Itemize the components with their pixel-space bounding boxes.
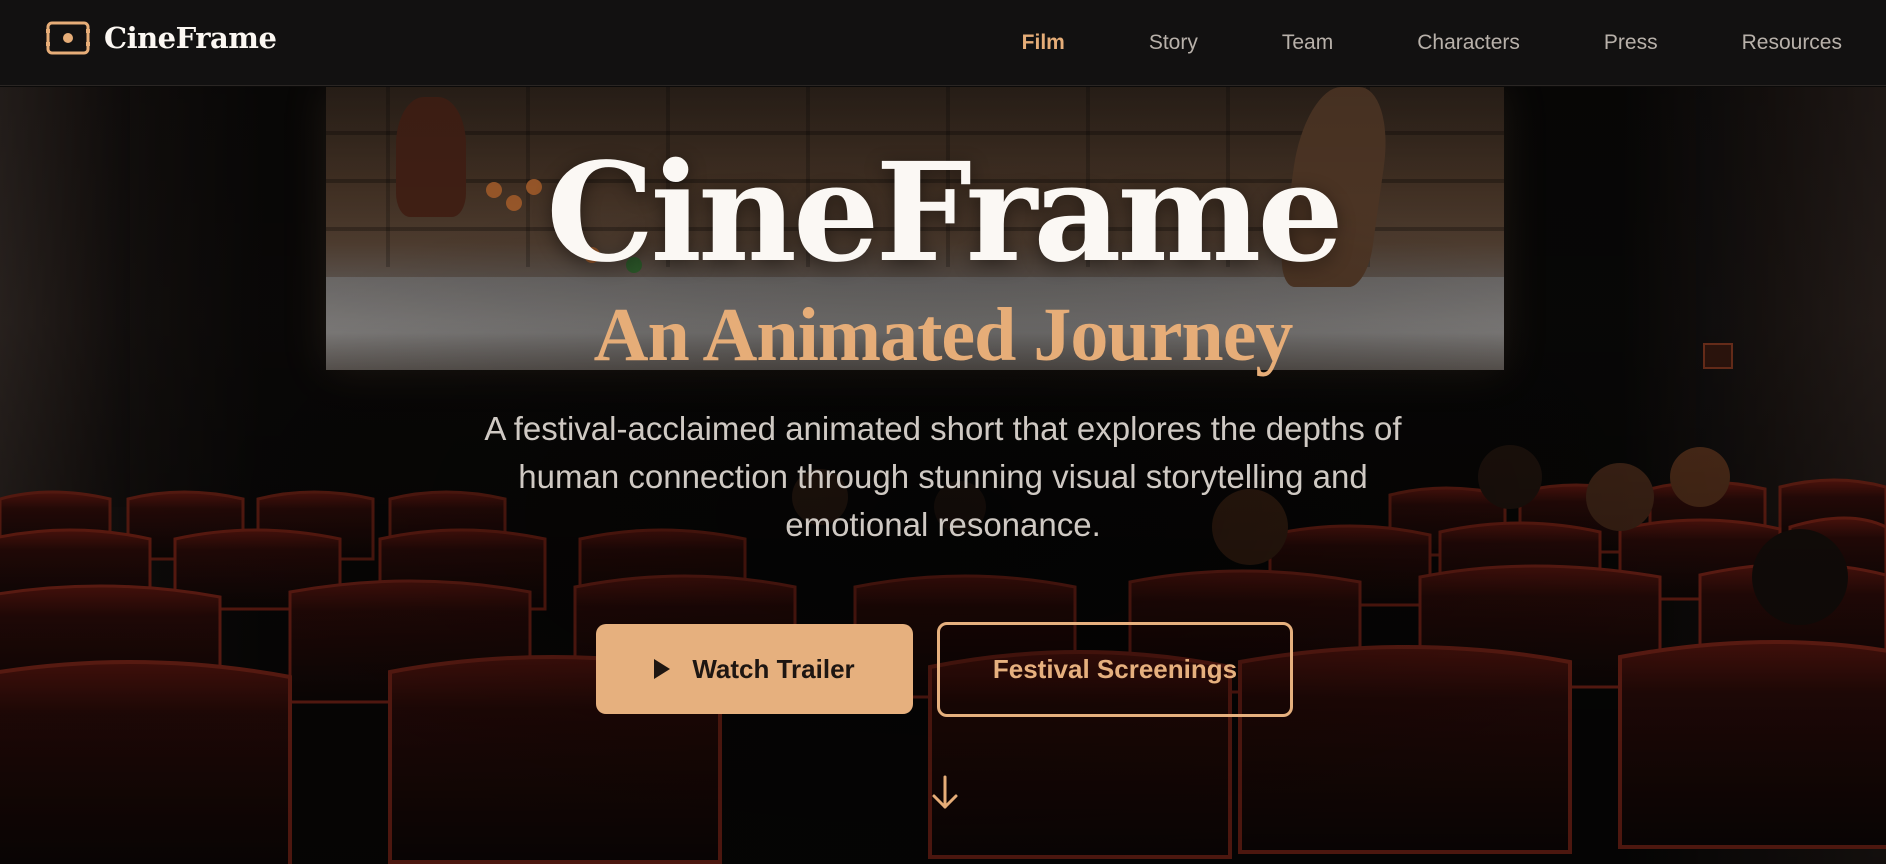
top-navigation: CineFrame Film Story Team Characters Pre… xyxy=(0,0,1886,86)
nav-item-film[interactable]: Film xyxy=(1022,31,1065,55)
watch-trailer-button[interactable]: Watch Trailer xyxy=(596,624,913,714)
festival-screenings-label: Festival Screenings xyxy=(992,654,1238,684)
nav-item-press[interactable]: Press xyxy=(1604,31,1658,55)
festival-screenings-button[interactable]: Festival Screenings xyxy=(937,622,1293,717)
arrow-down-icon[interactable] xyxy=(928,773,962,813)
hero-description: A festival-acclaimed animated short that… xyxy=(484,410,1402,543)
brand-name: CineFrame xyxy=(104,21,277,55)
nav-item-characters[interactable]: Characters xyxy=(1417,31,1520,55)
play-icon xyxy=(654,659,671,679)
film-frame-icon xyxy=(46,21,90,55)
nav-item-resources[interactable]: Resources xyxy=(1742,31,1842,55)
hero-content: CineFrame An Animated Journey A festival… xyxy=(0,87,1886,864)
hero-subtitle: An Animated Journey xyxy=(593,293,1294,377)
nav-item-story[interactable]: Story xyxy=(1149,31,1198,55)
hero-section: CineFrame An Animated Journey A festival… xyxy=(0,87,1886,864)
watch-trailer-label: Watch Trailer xyxy=(692,653,855,684)
brand-logo-link[interactable]: CineFrame xyxy=(46,20,277,56)
hero-title: CineFrame xyxy=(546,133,1344,293)
nav-links: Film Story Team Characters Press Resourc… xyxy=(938,0,1842,86)
nav-item-team[interactable]: Team xyxy=(1282,31,1333,55)
